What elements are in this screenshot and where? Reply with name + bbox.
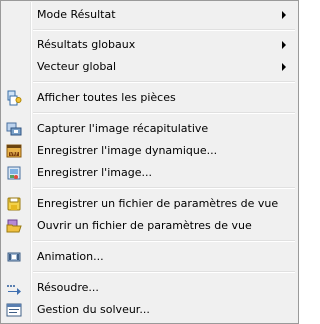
menu-item-label: Capturer l'image récapitulative: [37, 122, 209, 135]
menu-item-label: Animation...: [37, 250, 104, 263]
save-dynamic-image-icon: VRF: [6, 143, 22, 159]
menu-item-gestion-du-solveur[interactable]: Gestion du solveur...: [3, 299, 296, 321]
open-view-params-icon: [6, 218, 22, 234]
menu-item-label: Afficher toutes les pièces: [37, 91, 176, 104]
solver-manager-icon: [6, 302, 22, 318]
menu-separator: [33, 81, 295, 83]
submenu-arrow-icon: [282, 11, 286, 19]
menu-item-label: Enregistrer l'image dynamique...: [37, 144, 218, 157]
capture-summary-icon: [6, 121, 22, 137]
menu-item-label: Résoudre...: [37, 281, 99, 294]
menu-item-label: Mode Résultat: [37, 8, 116, 21]
menu-item-animation[interactable]: Animation...: [3, 246, 296, 268]
context-menu: Mode Résultat Résultats globaux Vecteur …: [0, 0, 299, 324]
menu-separator: [33, 112, 295, 114]
save-image-icon: [6, 165, 22, 181]
menu-item-resoudre[interactable]: Résoudre...: [3, 277, 296, 299]
menu-item-label: Résultats globaux: [37, 38, 136, 51]
menu-item-label: Vecteur global: [37, 60, 117, 73]
menu-item-afficher-toutes-les-pieces[interactable]: Afficher toutes les pièces: [3, 87, 296, 109]
menu-item-enregistrer-image-dynamique[interactable]: VRF Enregistrer l'image dynamique...: [3, 140, 296, 162]
menu-separator: [33, 240, 295, 242]
menu-item-capturer-image-recapitulative[interactable]: Capturer l'image récapitulative: [3, 118, 296, 140]
solve-icon: [6, 280, 22, 296]
menu-item-label: Enregistrer l'image...: [37, 166, 152, 179]
animation-icon: [6, 249, 22, 265]
menu-separator: [33, 271, 295, 273]
submenu-arrow-icon: [282, 63, 286, 71]
save-view-params-icon: [6, 196, 22, 212]
submenu-arrow-icon: [282, 41, 286, 49]
menu-item-label: Enregistrer un fichier de paramètres de …: [37, 197, 279, 210]
menu-item-ouvrir-fichier-parametres-vue[interactable]: Ouvrir un fichier de paramètres de vue: [3, 215, 296, 237]
menu-item-vecteur-global[interactable]: Vecteur global: [3, 56, 296, 78]
menu-item-resultats-globaux[interactable]: Résultats globaux: [3, 34, 296, 56]
menu-item-label: Ouvrir un fichier de paramètres de vue: [37, 219, 252, 232]
menu-item-enregistrer-fichier-parametres-vue[interactable]: Enregistrer un fichier de paramètres de …: [3, 193, 296, 215]
show-parts-icon: [6, 90, 22, 106]
menu-separator: [33, 187, 295, 189]
menu-item-label: Gestion du solveur...: [37, 303, 150, 316]
menu-separator: [33, 29, 295, 31]
svg-text:VRF: VRF: [10, 151, 19, 157]
menu-item-enregistrer-image[interactable]: Enregistrer l'image...: [3, 162, 296, 184]
menu-item-mode-resultat[interactable]: Mode Résultat: [3, 4, 296, 26]
